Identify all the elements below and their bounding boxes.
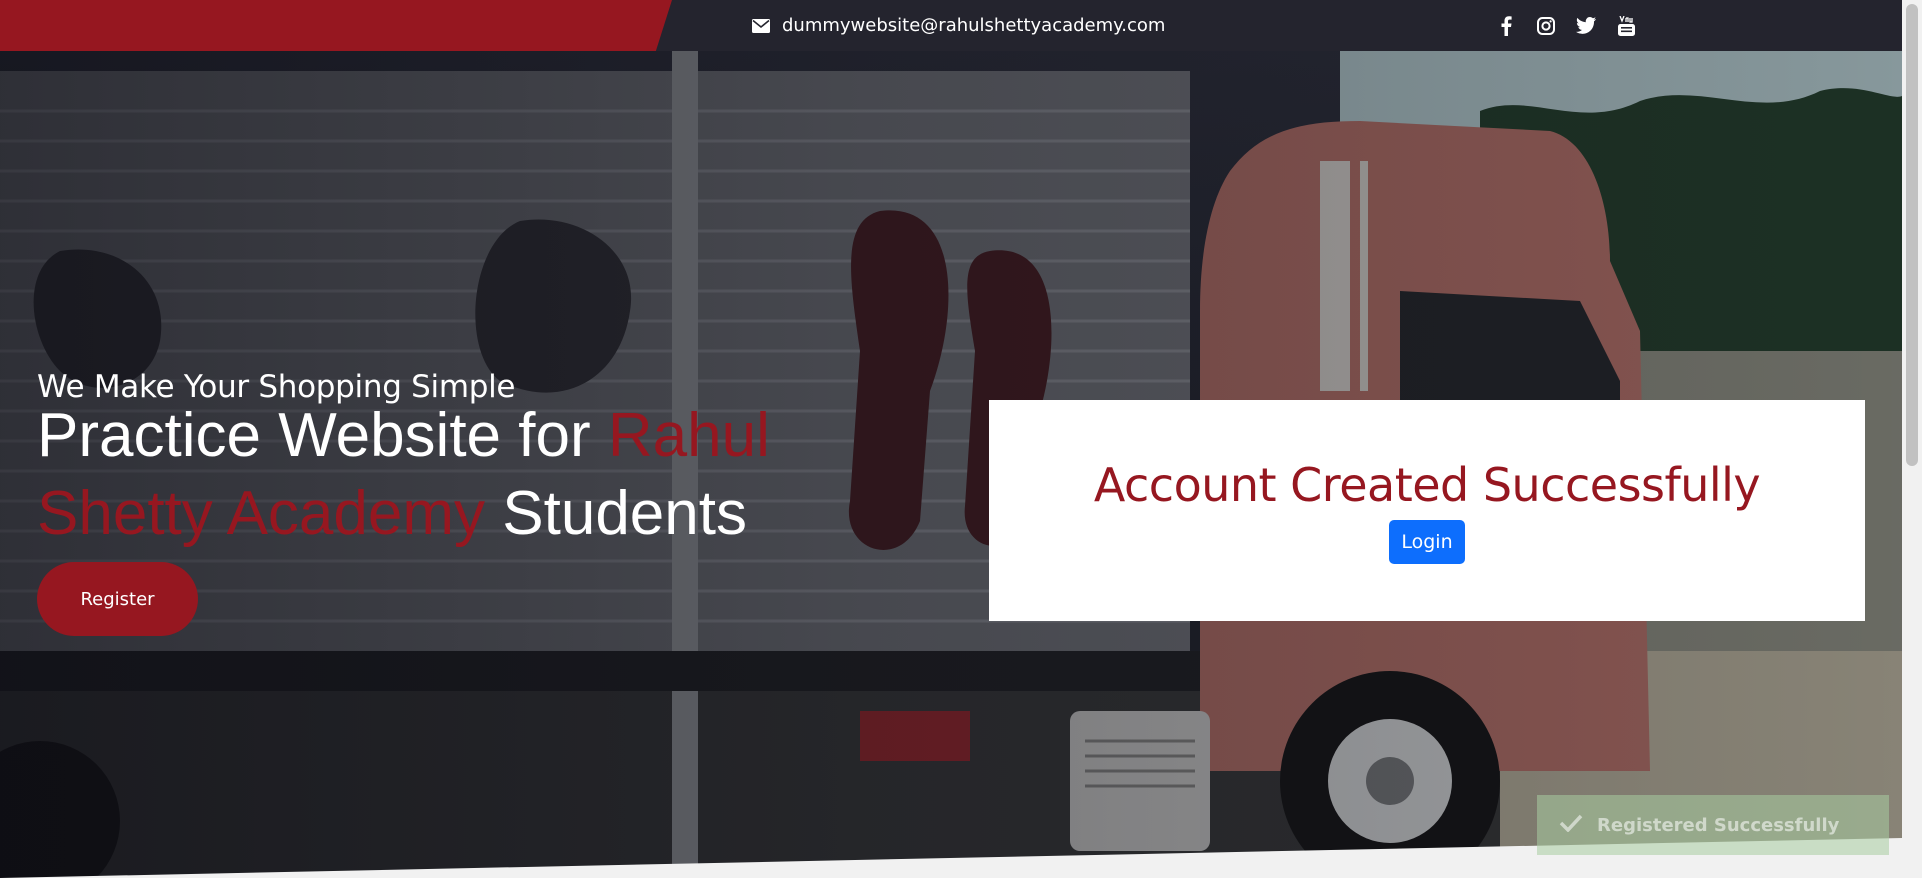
headline-suffix: Students <box>485 479 747 548</box>
instagram-icon[interactable] <box>1536 16 1556 36</box>
youtube-icon[interactable] <box>1616 15 1636 36</box>
scrollbar-thumb[interactable] <box>1906 4 1918 466</box>
top-bar: dummywebsite@rahulshettyacademy.com <box>0 0 1902 51</box>
success-toast[interactable]: Registered Successfully <box>1537 795 1889 855</box>
social-links <box>1496 0 1636 51</box>
topbar-red-band <box>0 0 672 51</box>
twitter-icon[interactable] <box>1576 16 1596 36</box>
page-scrollbar[interactable] <box>1902 0 1922 878</box>
facebook-icon[interactable] <box>1496 15 1516 36</box>
contact-email-text[interactable]: dummywebsite@rahulshettyacademy.com <box>782 15 1165 36</box>
contact-email[interactable]: dummywebsite@rahulshettyacademy.com <box>752 0 1165 51</box>
modal-title: Account Created Successfully <box>1093 458 1761 512</box>
success-modal: Account Created Successfully Login <box>989 400 1865 621</box>
check-icon <box>1559 814 1583 837</box>
headline-prefix: Practice Website for <box>37 401 608 470</box>
register-button[interactable]: Register <box>37 562 198 636</box>
login-button[interactable]: Login <box>1389 520 1465 564</box>
hero-headline: Practice Website for Rahul Shetty Academ… <box>37 397 857 553</box>
toast-message: Registered Successfully <box>1597 814 1840 836</box>
envelope-icon <box>752 18 770 33</box>
